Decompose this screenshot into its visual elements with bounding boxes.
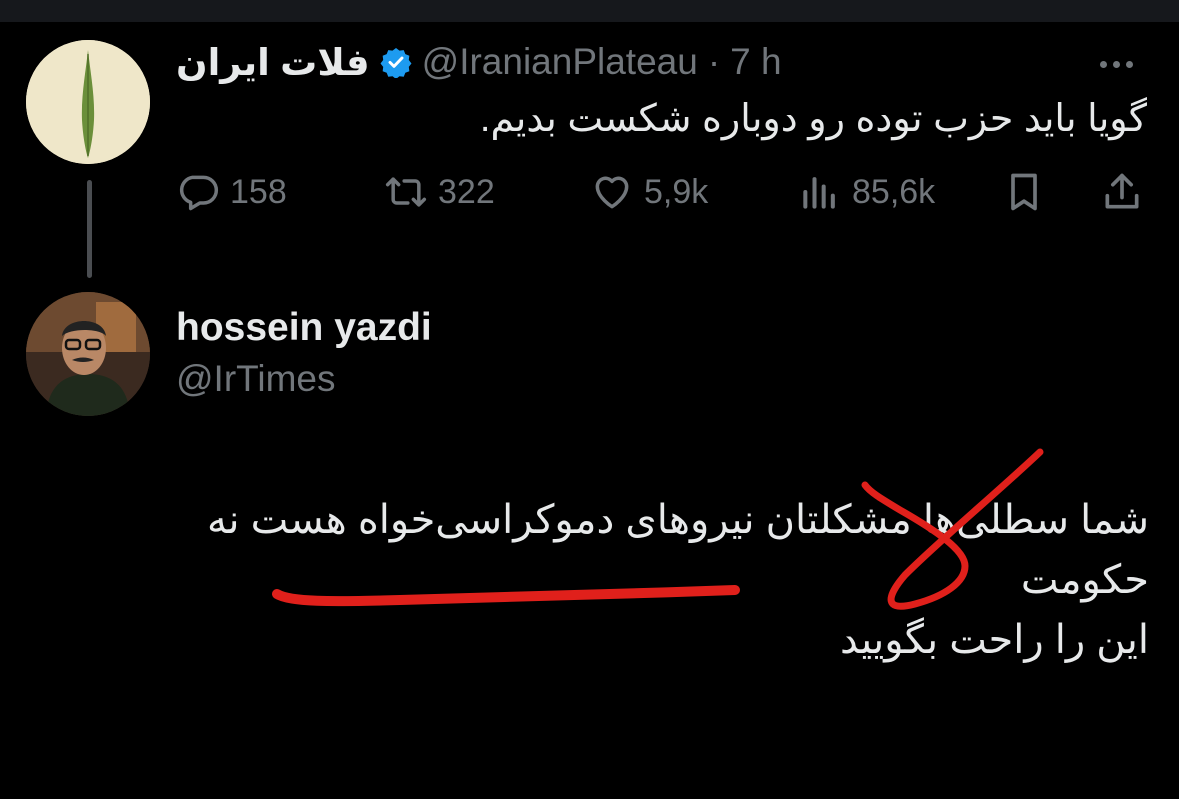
reply-button[interactable]: 158 <box>176 166 287 218</box>
like-button[interactable]: 5,9k <box>590 166 708 218</box>
bookmark-button[interactable] <box>1002 166 1046 218</box>
views-icon <box>803 177 835 209</box>
bookmark-icon <box>1011 173 1037 211</box>
retweet-count: 322 <box>438 172 495 211</box>
reply-author-handle[interactable]: @IrTimes <box>176 358 336 400</box>
like-count: 5,9k <box>644 172 709 211</box>
reply-count: 158 <box>230 172 287 211</box>
views-button[interactable]: 85,6k <box>798 166 935 218</box>
reply-line-1: شما سطلی‌ها مشکلتان نیروهای دموکراسی‌خوا… <box>206 498 1149 542</box>
tweet-text: گویا باید حزب توده رو دوباره شکست بدیم. <box>479 98 1147 140</box>
avatar-iranian-plateau[interactable] <box>26 40 150 164</box>
reply-text: شما سطلی‌ها مشکلتان نیروهای دموکراسی‌خوا… <box>109 490 1149 670</box>
like-icon <box>595 176 629 209</box>
top-bar <box>0 0 1179 22</box>
thread-connector-line <box>87 180 92 278</box>
tweet-header: فلات ایران @IranianPlateau · 7 h <box>176 40 1116 84</box>
share-button[interactable] <box>1100 166 1144 218</box>
verified-badge-icon <box>380 48 412 78</box>
share-icon <box>1105 173 1139 209</box>
author-name[interactable]: فلات ایران <box>176 41 370 84</box>
avatar-hossein-yazdi[interactable] <box>26 292 150 416</box>
tweet-time[interactable]: 7 h <box>730 41 781 83</box>
author-handle[interactable]: @IranianPlateau <box>422 41 698 83</box>
reply-line-2: حکومت <box>1020 558 1149 602</box>
tweet-actions: 158 322 5,9k 85,6k <box>176 166 1156 218</box>
reply-author-name[interactable]: hossein yazdi <box>176 306 432 350</box>
reply-icon <box>179 175 219 211</box>
retweet-icon <box>385 177 427 207</box>
reply-line-3: این را راحت بگویید <box>840 618 1149 662</box>
header-separator: · <box>707 41 721 82</box>
retweet-button[interactable]: 322 <box>384 166 495 218</box>
more-icon[interactable] <box>1100 52 1150 76</box>
view-count: 85,6k <box>852 172 936 211</box>
